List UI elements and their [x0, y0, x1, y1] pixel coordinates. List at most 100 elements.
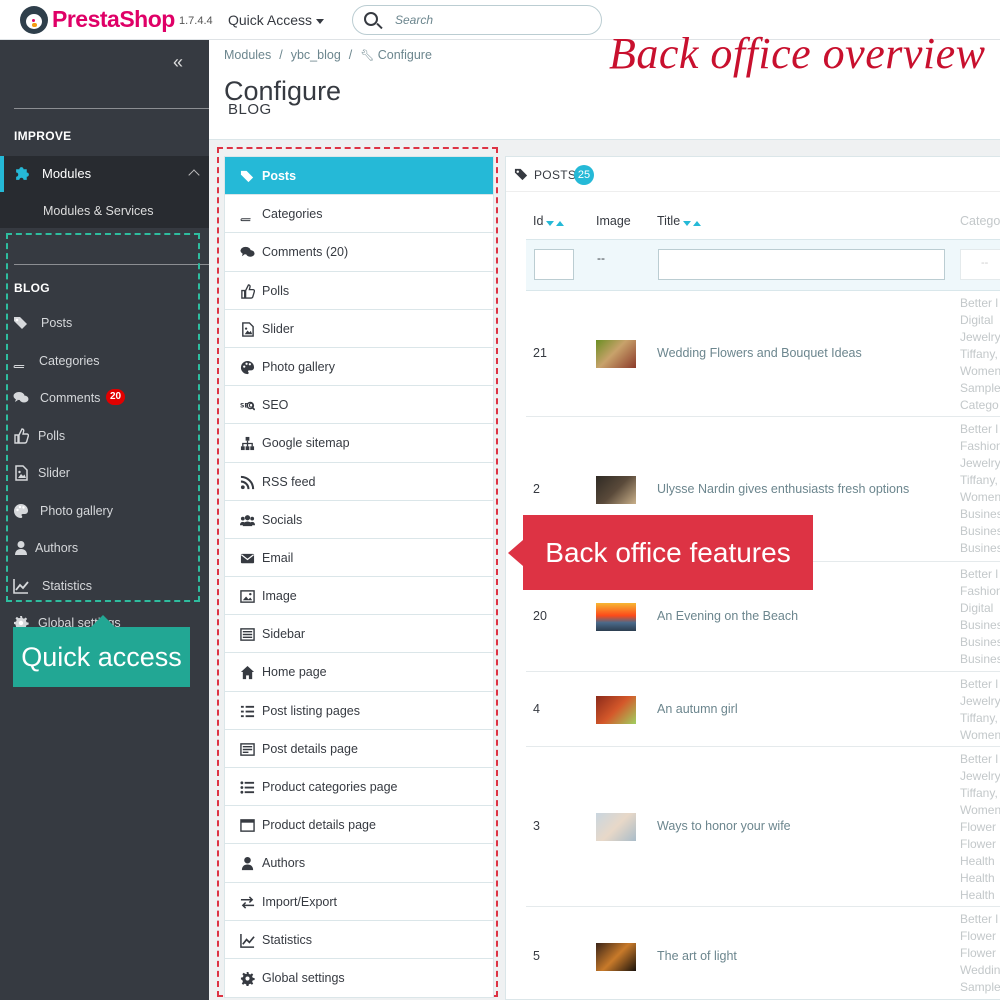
feature-menu-item-image[interactable]: Image	[225, 577, 493, 616]
row-title[interactable]: The art of light	[657, 949, 737, 963]
column-header-category: Catego	[960, 214, 1000, 228]
row-categories: Better l Jewelry Tiffany, Women Flower Flower…	[960, 751, 1000, 904]
hero-annotation: Back office overview	[609, 29, 986, 78]
row-category: Better l	[960, 422, 999, 436]
feature-menu-item-photo-gallery[interactable]: Photo gallery	[225, 348, 493, 387]
table-row[interactable]: 5 The art of light Better l Flower Flower Wed…	[526, 907, 1000, 999]
breadcrumb: Modules / ybc_blog / 🔧︎ Configure	[224, 48, 432, 62]
row-id: 3	[533, 819, 540, 833]
feature-menu-item-product-details-page[interactable]: Product details page	[225, 806, 493, 845]
comments-icon	[13, 390, 29, 406]
search-box[interactable]	[352, 5, 602, 35]
row-title[interactable]: An Evening on the Beach	[657, 609, 798, 623]
row-category: Flower	[960, 929, 997, 943]
row-category: Jewelry	[960, 456, 1000, 470]
column-header-title[interactable]: Title	[657, 214, 703, 229]
feature-menu-item-google-sitemap[interactable]: Google sitemap	[225, 424, 493, 463]
seo-icon	[240, 398, 255, 413]
row-category: Tiffany,	[960, 711, 998, 725]
users-icon	[240, 513, 255, 528]
sidebar-item-modules[interactable]: Modules	[0, 156, 209, 192]
row-title[interactable]: An autumn girl	[657, 702, 738, 716]
collapse-sidebar-icon[interactable]: «	[173, 52, 183, 73]
feature-menu-item-rss-feed[interactable]: RSS feed	[225, 463, 493, 501]
row-category: Better l	[960, 752, 999, 766]
sort-arrows-icon[interactable]	[546, 215, 566, 229]
search-icon[interactable]	[364, 12, 378, 26]
caret-down-icon	[316, 18, 325, 24]
feature-menu-label: Categories	[262, 207, 323, 222]
breadcrumb-link-ybc-blog[interactable]: ybc_blog	[291, 48, 341, 62]
row-title[interactable]: Ulysse Nardin gives enthusiasts fresh op…	[657, 482, 909, 496]
tags-icon	[514, 167, 529, 182]
feature-menu-item-categories[interactable]: Categories	[225, 195, 493, 234]
quick-access-callout: Quick access	[13, 615, 190, 687]
sidebar-item-label: Categories	[39, 354, 100, 368]
rss-icon	[240, 475, 255, 490]
sort-arrows-icon[interactable]	[683, 215, 703, 229]
feature-menu-item-statistics[interactable]: Statistics	[225, 921, 493, 959]
feature-menu-label: Post listing pages	[262, 703, 360, 718]
feature-menu-item-polls[interactable]: Polls	[225, 272, 493, 310]
filter-row: -- --	[526, 239, 1000, 291]
sidebar-item-label: Slider	[38, 466, 70, 480]
feature-menu-item-comments-20[interactable]: Comments (20)	[225, 233, 493, 272]
breadcrumb-link-modules[interactable]: Modules	[224, 48, 271, 62]
sidebar-subitem-modules-services[interactable]: Modules & Services	[0, 192, 209, 228]
book-icon	[13, 353, 29, 369]
feature-menu-item-global-settings[interactable]: Global settings	[225, 959, 493, 997]
feature-menu-item-import-export[interactable]: Import/Export	[225, 883, 493, 921]
row-categories: Better l Fashion Jewelry Tiffany, Women Busin…	[960, 421, 1000, 557]
filter-title-input[interactable]	[658, 249, 945, 280]
page-subtitle: BLOG	[228, 101, 272, 118]
sidebar-item-label: Photo gallery	[40, 504, 113, 518]
feature-menu-label: Image	[262, 589, 297, 604]
home-icon	[240, 665, 255, 680]
filter-category-select[interactable]: --	[960, 249, 1000, 280]
table-row[interactable]: 21 Wedding Flowers and Bouquet Ideas Bette…	[526, 291, 1000, 417]
window-icon	[240, 818, 255, 833]
column-header-id[interactable]: Id	[533, 214, 566, 229]
sidebar-item-label: Modules	[42, 166, 92, 181]
row-title[interactable]: Ways to honor your wife	[657, 819, 791, 833]
panel-title: POSTS	[534, 168, 577, 182]
quick-access-dropdown[interactable]: Quick Access	[228, 12, 325, 28]
palette-icon	[240, 360, 255, 375]
feature-menu-label: Socials	[262, 512, 303, 527]
posts-count-badge: 25	[574, 165, 594, 185]
feature-menu-item-posts[interactable]: Posts	[225, 157, 493, 196]
line-chart-icon	[240, 933, 255, 948]
feature-menu-item-slider[interactable]: Slider	[225, 310, 493, 348]
post-thumbnail	[596, 695, 636, 724]
search-input[interactable]	[395, 11, 585, 29]
panel-header: POSTS 25	[506, 157, 1000, 192]
comments-icon	[240, 245, 255, 260]
feature-menu-label: SEO	[262, 398, 289, 413]
feature-menu-label: Google sitemap	[262, 436, 350, 451]
feature-menu-item-post-details-page[interactable]: Post details page	[225, 730, 493, 768]
feature-menu-label: Product categories page	[262, 780, 398, 794]
table-row[interactable]: 4 An autumn girl Better l Jewelry Tiffany, Wo…	[526, 672, 1000, 747]
table-row[interactable]: 3 Ways to honor your wife Better l Jewelry T…	[526, 747, 1000, 907]
feature-menu-item-product-categories-page[interactable]: Product categories page	[225, 768, 493, 807]
filter-id-input[interactable]	[534, 249, 574, 280]
row-id: 21	[533, 346, 547, 360]
row-title[interactable]: Wedding Flowers and Bouquet Ideas	[657, 346, 862, 360]
row-category: Better l	[960, 296, 999, 310]
column-header-image: Image	[596, 214, 631, 228]
list-icon	[240, 704, 255, 719]
feature-menu-item-authors[interactable]: Authors	[225, 844, 493, 883]
feature-menu-item-email[interactable]: Email	[225, 539, 493, 578]
feature-menu-item-post-listing-pages[interactable]: Post listing pages	[225, 692, 493, 730]
breadcrumb-current: Configure	[377, 48, 432, 62]
thumbs-up-icon	[13, 428, 29, 444]
brand-name[interactable]: PrestaShop	[52, 6, 175, 33]
feature-menu-item-home-page[interactable]: Home page	[225, 653, 493, 692]
feature-menu-item-socials[interactable]: Socials	[225, 501, 493, 539]
feature-menu-item-seo[interactable]: SEO	[225, 386, 493, 425]
feature-menu-item-sidebar[interactable]: Sidebar	[225, 615, 493, 654]
sidebar-item-label: Modules & Services	[43, 204, 154, 218]
row-category: Digital	[960, 601, 994, 615]
prestashop-logo-icon[interactable]	[20, 6, 48, 34]
list-ul-icon	[240, 780, 255, 795]
